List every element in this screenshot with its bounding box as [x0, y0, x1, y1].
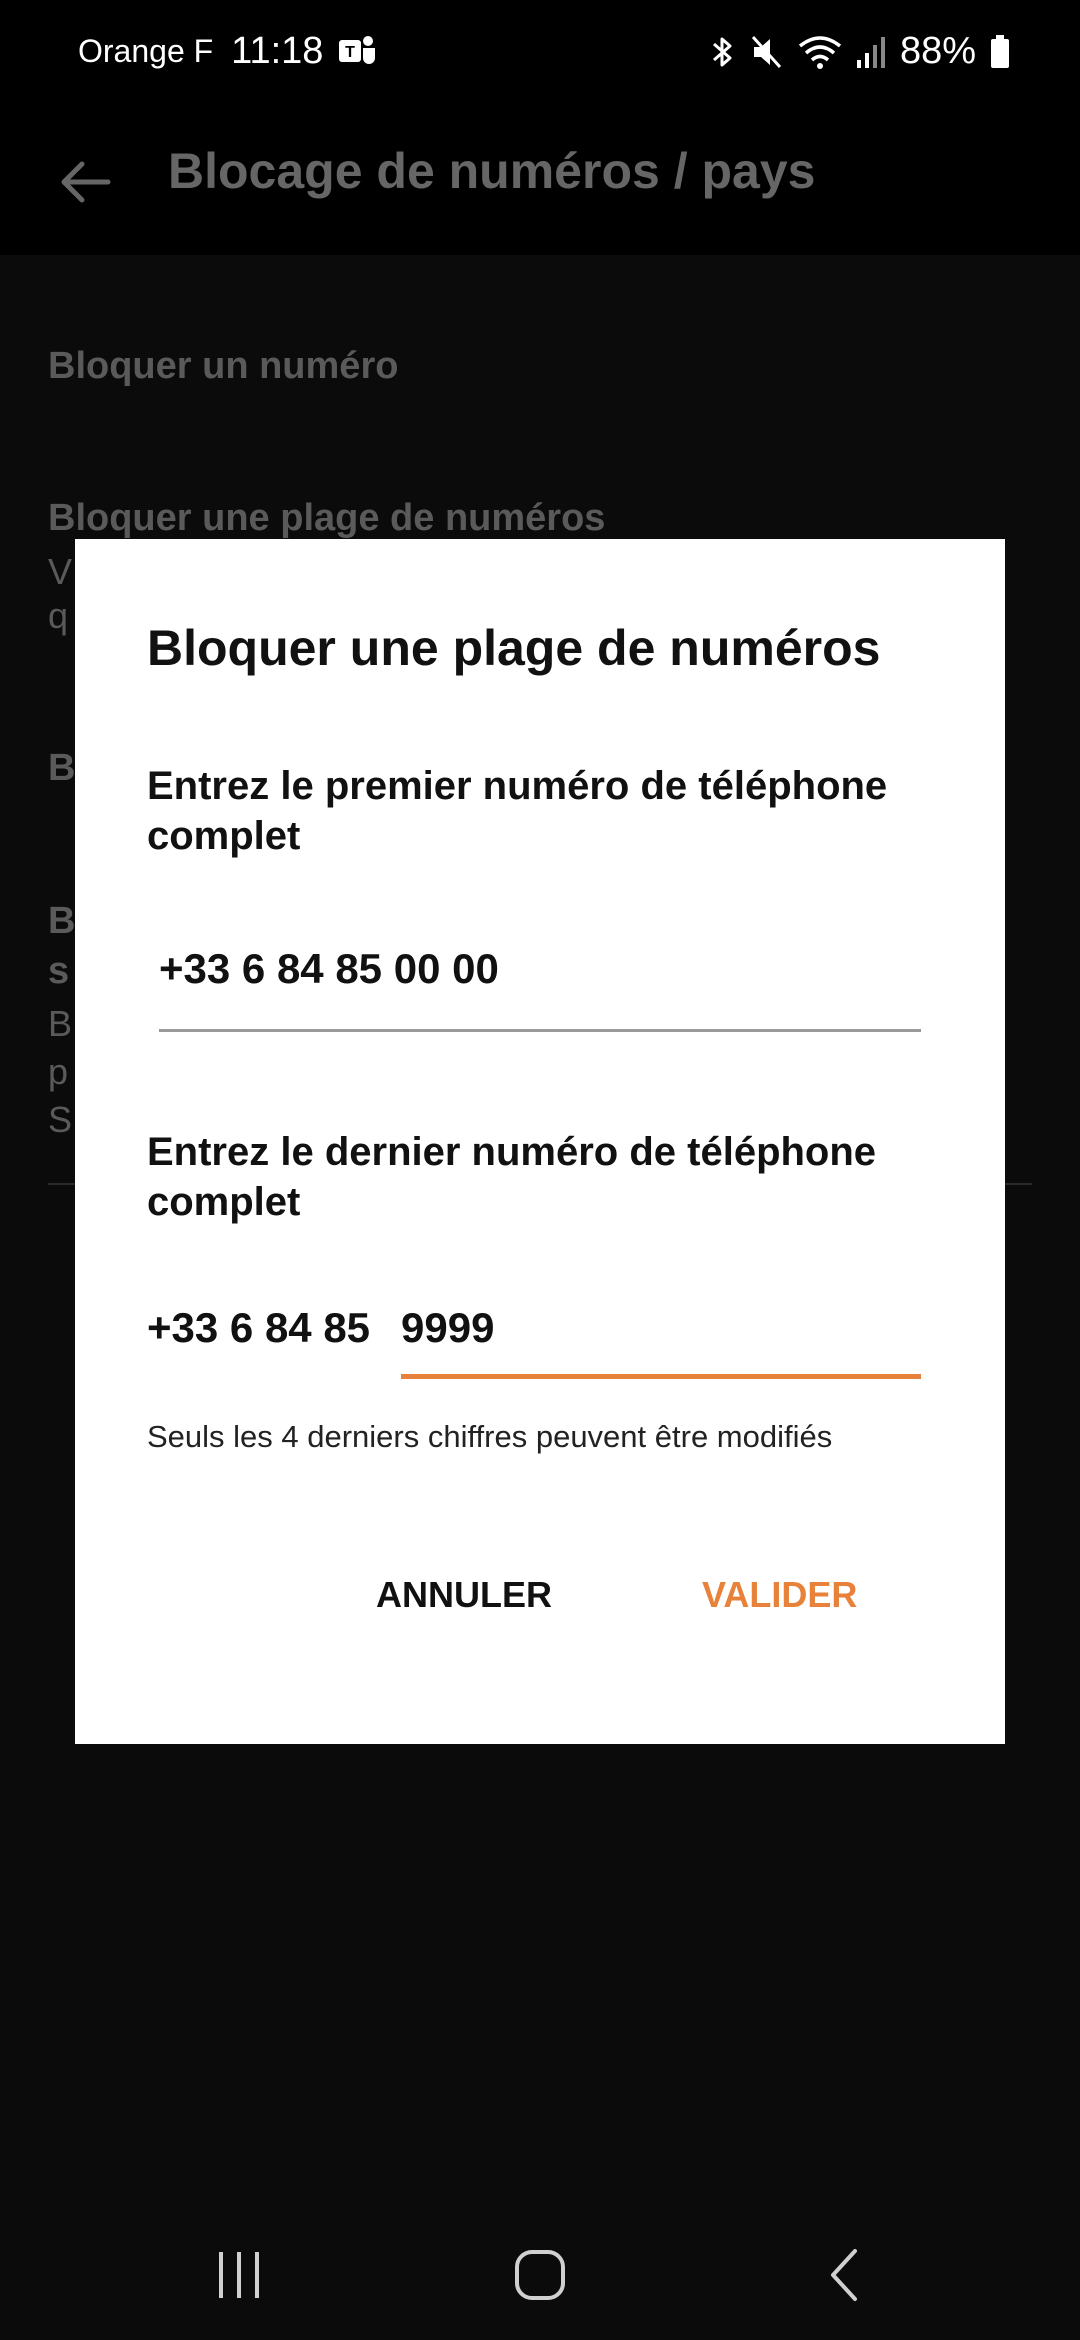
list-item-3[interactable]: B: [48, 747, 75, 790]
list-item-subtitle: V: [48, 551, 73, 592]
block-range-dialog: Bloquer une plage de numéros Entrez le p…: [75, 539, 1005, 1744]
first-number-field[interactable]: [159, 919, 921, 1032]
signal-icon: [856, 36, 885, 68]
home-button[interactable]: [500, 2240, 580, 2310]
last-number-label: Entrez le dernier numéro de téléphone co…: [147, 1130, 877, 1224]
last-number-field[interactable]: [401, 1284, 921, 1379]
mute-icon: [751, 35, 782, 68]
teams-icon: T: [339, 35, 376, 64]
cancel-button[interactable]: ANNULER: [376, 1574, 552, 1616]
carrier-label: Orange F: [78, 33, 214, 69]
list-item-subtitle: q: [48, 595, 69, 636]
system-nav-bar: [0, 2200, 1080, 2340]
list-item-subtitle: p: [48, 1051, 69, 1092]
recent-apps-icon: [219, 2252, 259, 2298]
list-item-block-range[interactable]: Bloquer une plage de numéros: [48, 497, 605, 540]
last-number-prefix: +33 6 84 85: [147, 1304, 371, 1351]
recent-apps-button[interactable]: [199, 2240, 279, 2310]
clock: 11:18: [231, 30, 324, 72]
home-icon: [515, 2250, 565, 2300]
list-item-block-number[interactable]: Bloquer un numéro: [48, 345, 398, 388]
app-bar: Blocage de numéros / pays: [0, 110, 1080, 255]
svg-text:T: T: [346, 44, 356, 61]
back-arrow-icon[interactable]: [52, 148, 120, 216]
back-button[interactable]: [805, 2240, 885, 2310]
bluetooth-icon: [712, 37, 732, 66]
status-bar: Orange F 11:18 T 88%: [0, 0, 1080, 110]
first-number-input[interactable]: [159, 945, 899, 993]
hint-text: Seuls les 4 derniers chiffres peuvent êt…: [147, 1419, 833, 1454]
battery-percent: 88%: [899, 30, 976, 72]
page-title: Blocage de numéros / pays: [168, 143, 816, 199]
list-item-4-title-line2: s: [48, 950, 70, 992]
dialog-title: Bloquer une plage de numéros: [147, 620, 881, 676]
list-item-4[interactable]: B: [48, 900, 75, 943]
list-item-subtitle: S: [48, 1099, 73, 1140]
back-chevron-icon: [831, 2249, 857, 2301]
validate-button[interactable]: VALIDER: [702, 1574, 857, 1616]
last-number-input[interactable]: [401, 1304, 901, 1352]
first-number-label: Entrez le premier numéro de téléphone co…: [147, 764, 888, 858]
list-item-subtitle: B: [48, 1003, 73, 1044]
battery-icon: [991, 34, 1009, 68]
wifi-icon: [798, 35, 842, 69]
